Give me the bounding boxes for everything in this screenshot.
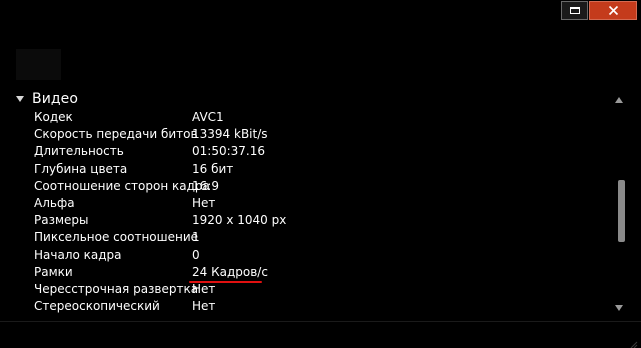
property-row-dimensions: Размеры 1920 x 1040 px [34,212,594,229]
property-value: 16 бит [192,161,234,176]
property-value: Нет [192,281,216,296]
property-key: Соотношение сторон кадра [34,178,210,193]
property-key: Альфа [34,195,75,210]
property-row-frame-rate: Рамки 24 Кадров/с [34,264,594,281]
property-row-color-depth: Глубина цвета 16 бит [34,161,594,178]
property-row-pixel-ratio: Пиксельное соотношение 1 [34,229,594,246]
property-row-stereoscopic: Стереоскопический Нет [34,298,594,315]
property-value: 24 Кадров/с [192,264,268,279]
property-key: Чересстрочная развертка [34,281,199,296]
close-button[interactable] [589,1,637,20]
highlight-underline [189,281,262,283]
divider [0,321,641,322]
maximize-button[interactable] [561,1,588,20]
property-value: 01:50:37.16 [192,144,265,159]
section-header-video[interactable]: Видео [14,89,78,109]
property-key: Рамки [34,264,73,279]
scroll-up-arrow-icon[interactable] [613,95,625,105]
property-key: Длительность [34,144,124,159]
properties-list: Кодек AVC1 Скорость передачи битов 13394… [34,109,594,315]
property-value: 1 [192,230,200,245]
property-row-alpha: Альфа Нет [34,195,594,212]
section-title: Видео [32,91,79,107]
property-key: Глубина цвета [34,161,128,176]
property-value: 1920 x 1040 px [192,213,287,228]
property-key: Пиксельное соотношение [34,230,199,245]
property-value: 16:9 [192,178,219,193]
property-value: 13394 kBit/s [192,127,268,142]
maximize-icon [569,7,580,14]
media-thumbnail [16,49,61,80]
property-key: Стереоскопический [34,299,160,314]
property-value: AVC1 [192,110,224,124]
property-row-interlacing: Чересстрочная развертка Нет [34,281,594,298]
property-row-duration: Длительность 01:50:37.16 [34,143,594,160]
property-value: Нет [192,299,216,314]
property-row-bitrate: Скорость передачи битов 13394 kBit/s [34,126,594,143]
close-icon [608,5,618,16]
property-value: Нет [192,195,216,210]
property-key: Начало кадра [34,247,122,262]
property-row-codec: Кодек AVC1 [34,109,594,126]
property-key: Скорость передачи битов [34,127,198,142]
scroll-down-arrow-icon[interactable] [613,303,625,313]
triangle-down-icon[interactable] [14,95,26,103]
property-value: 0 [192,247,200,262]
property-key: Размеры [34,213,89,228]
property-row-start-frame: Начало кадра 0 [34,247,594,264]
resize-grip-icon[interactable] [628,334,638,348]
property-row-aspect-ratio: Соотношение сторон кадра 16:9 [34,178,594,195]
property-key: Кодек [34,110,73,124]
scrollbar-thumb[interactable] [618,180,625,242]
